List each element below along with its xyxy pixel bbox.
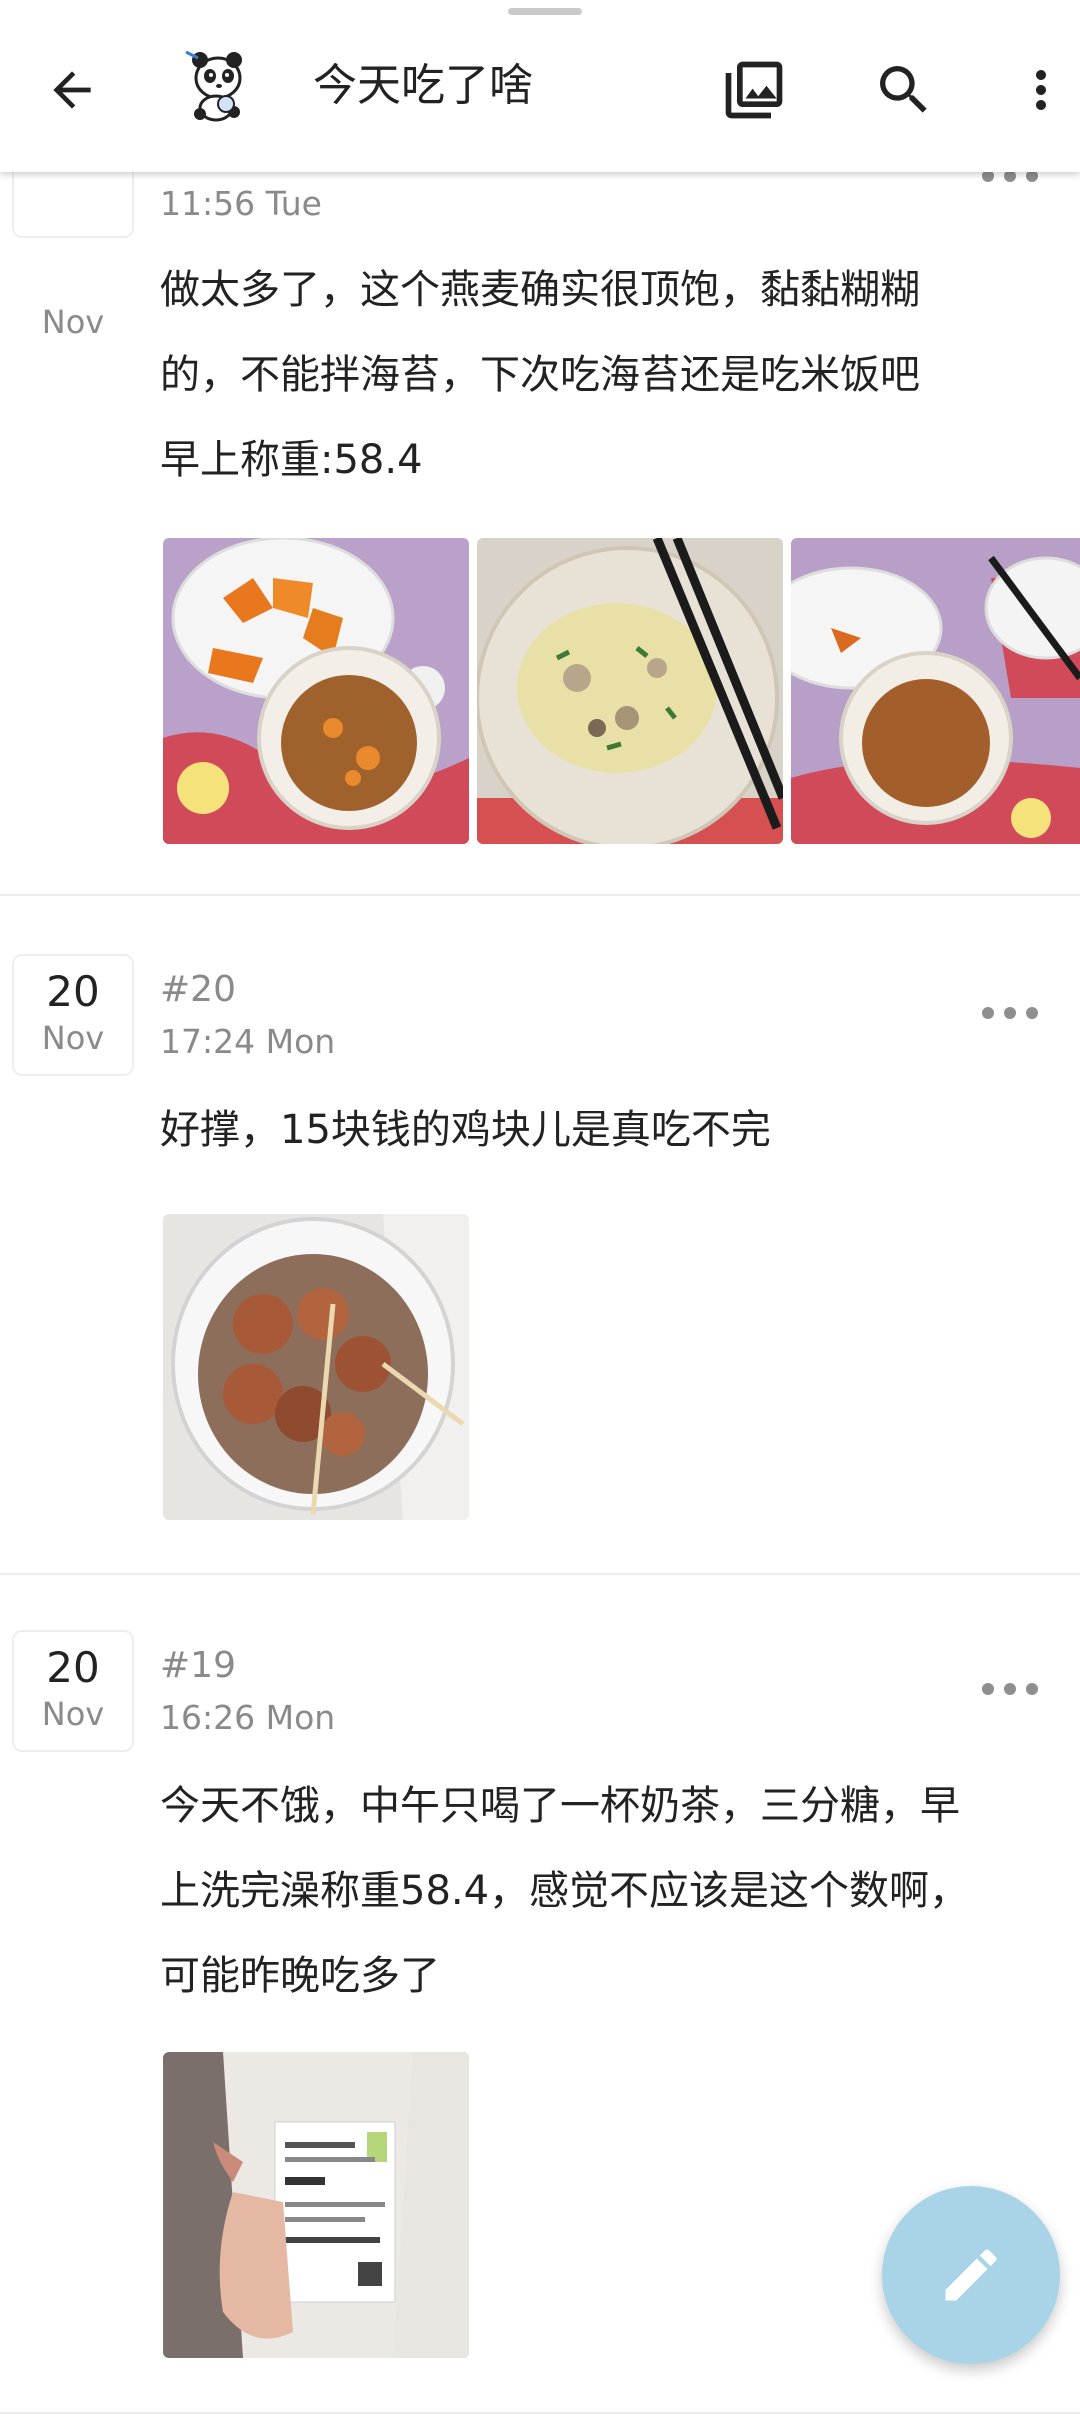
entry-divider <box>0 894 1080 896</box>
entry-more-button[interactable] <box>982 1679 1038 1699</box>
page-title: 今天吃了啥 <box>313 60 533 111</box>
entry-time: 17:24 Mon <box>160 1022 336 1061</box>
app-bar: 今天吃了啥 <box>0 0 1080 172</box>
date-month: Nov <box>41 1019 105 1057</box>
date-box[interactable]: 20 Nov <box>12 954 134 1076</box>
date-day: 20 <box>46 967 100 1016</box>
new-entry-button[interactable] <box>882 2186 1060 2364</box>
entry-text: 好撑，15块钱的鸡块儿是真吃不完 <box>160 1107 771 1153</box>
search-button[interactable] <box>868 54 940 126</box>
pumpkin-and-oat-porridge-photo[interactable] <box>163 538 469 844</box>
back-button[interactable] <box>36 54 108 126</box>
gallery-button[interactable] <box>718 54 790 126</box>
entry-number: #19 <box>160 1645 236 1686</box>
more-vertical-icon <box>1036 70 1046 110</box>
entry-divider <box>0 1573 1080 1575</box>
pencil-icon <box>945 2249 997 2301</box>
oat-porridge-bowl-photo[interactable] <box>791 538 1080 844</box>
drag-handle[interactable] <box>508 8 582 15</box>
arrow-left-icon <box>53 71 91 109</box>
entry-time: 11:56 Tue <box>160 184 322 223</box>
date-month: Nov <box>41 1695 105 1733</box>
fried-chicken-bucket-photo[interactable] <box>163 1214 469 1520</box>
panda-avatar-icon[interactable] <box>178 42 258 126</box>
overflow-menu-button[interactable] <box>1005 54 1077 126</box>
entry-more-button[interactable] <box>982 1003 1038 1023</box>
entry-text: 做太多了，这个燕麦确实很顶饱，黏黏糊糊 的，不能拌海苔，下次吃海苔还是吃米饭吧 … <box>160 267 920 483</box>
milk-tea-cup-photo[interactable] <box>163 2052 469 2358</box>
search-icon <box>880 66 927 113</box>
photo-library-icon <box>725 61 783 119</box>
entry-number: #20 <box>160 969 236 1010</box>
scrambled-egg-and-mushroom-photo[interactable] <box>477 538 783 844</box>
date-box[interactable]: 20 Nov <box>12 1630 134 1752</box>
date-day: 20 <box>46 1643 100 1692</box>
entry-text: 今天不饿，中午只喝了一杯奶茶，三分糖，早 上洗完澡称重58.4，感觉不应该是这个… <box>160 1783 970 1999</box>
entry-time: 16:26 Mon <box>160 1698 336 1737</box>
date-month: Nov <box>41 303 105 341</box>
